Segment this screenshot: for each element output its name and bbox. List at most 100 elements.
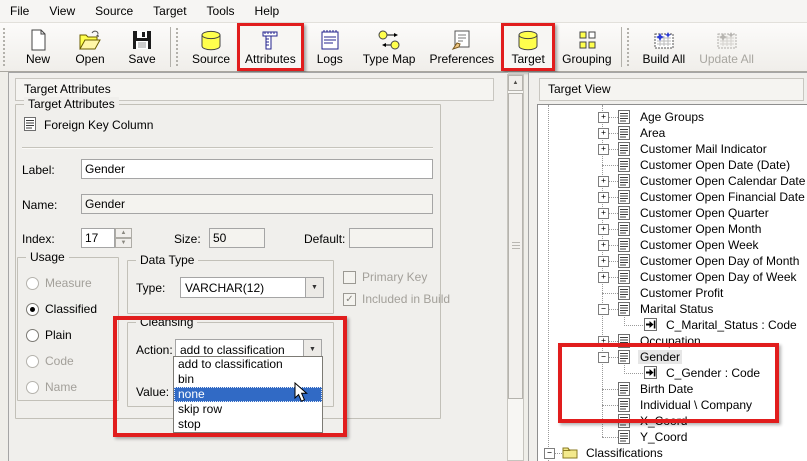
collapse-minus-icon[interactable]: − — [544, 448, 555, 459]
target-button[interactable]: Target — [501, 23, 555, 71]
spinner-up-icon[interactable]: ▲ — [115, 228, 132, 238]
tree-item-label[interactable]: Age Groups — [638, 110, 706, 124]
vertical-scrollbar[interactable]: ▲ — [507, 74, 524, 461]
tree-item-customer-open-day-of-month[interactable]: + Customer Open Day of Month — [538, 253, 807, 269]
tree-item-customer-open-date-date[interactable]: Customer Open Date (Date) — [538, 157, 807, 173]
type-map-button[interactable]: Type Map — [356, 25, 423, 69]
checkbox-label: Included in Build — [362, 292, 450, 306]
type-map-icon — [377, 29, 401, 51]
document-icon — [618, 126, 630, 143]
tree-item-label[interactable]: Gender — [638, 350, 682, 364]
menu-item-help[interactable]: Help — [245, 1, 290, 21]
tree-item-birth-date[interactable]: Birth Date — [538, 381, 807, 397]
grouping-button[interactable]: Grouping — [555, 25, 618, 69]
index-input[interactable] — [81, 228, 115, 248]
menu-item-view[interactable]: View — [39, 1, 85, 21]
collapse-minus-icon[interactable]: − — [598, 352, 609, 363]
tree-item-label[interactable]: Customer Mail Indicator — [638, 142, 769, 156]
logs-notepad-icon — [320, 29, 340, 51]
tree-item-customer-open-week[interactable]: + Customer Open Week — [538, 237, 807, 253]
tree-item-label[interactable]: Customer Open Week — [638, 238, 761, 252]
new-button[interactable]: New — [12, 25, 64, 69]
tree-item-label[interactable]: Customer Open Financial Date — [638, 190, 807, 204]
tree-item-occupation[interactable]: + Occupation — [538, 333, 807, 349]
tree-item-label[interactable]: Customer Open Day of Week — [638, 270, 799, 284]
tree-item-label[interactable]: Marital Status — [638, 302, 715, 316]
menu-item-source[interactable]: Source — [85, 1, 143, 21]
expand-plus-icon[interactable]: + — [598, 336, 609, 347]
chevron-down-icon[interactable]: ▼ — [305, 278, 323, 297]
tree-item-customer-open-financial-date[interactable]: + Customer Open Financial Date — [538, 189, 807, 205]
tree-item-label[interactable]: Customer Profit — [638, 286, 725, 300]
expand-plus-icon[interactable]: + — [598, 176, 609, 187]
tree-item-label[interactable]: Customer Open Day of Month — [638, 254, 801, 268]
menu-item-tools[interactable]: Tools — [197, 1, 245, 21]
scroll-up-icon[interactable]: ▲ — [508, 75, 523, 91]
radio-icon[interactable] — [26, 303, 39, 316]
tree-item-c-gender-code[interactable]: C_Gender : Code — [538, 365, 807, 381]
tree-item-customer-open-quarter[interactable]: + Customer Open Quarter — [538, 205, 807, 221]
tree-item-label[interactable]: Y_Coord — [638, 430, 689, 444]
tree-item-area[interactable]: + Area — [538, 125, 807, 141]
tree-item-label[interactable]: Customer Open Month — [638, 222, 763, 236]
tree-item-label[interactable]: Birth Date — [638, 382, 695, 396]
expand-plus-icon[interactable]: + — [598, 256, 609, 267]
attributes-button[interactable]: Attributes — [237, 23, 304, 71]
tree-item-customer-open-day-of-week[interactable]: + Customer Open Day of Week — [538, 269, 807, 285]
open-button[interactable]: Open — [64, 25, 116, 69]
tree-item-label[interactable]: X_Coord — [638, 414, 689, 428]
tree-item-customer-profit[interactable]: Customer Profit — [538, 285, 807, 301]
expand-plus-icon[interactable]: + — [598, 208, 609, 219]
save-button[interactable]: Save — [116, 25, 168, 69]
preferences-button[interactable]: Preferences — [422, 25, 501, 69]
radio-icon[interactable] — [26, 329, 39, 342]
expand-plus-icon[interactable]: + — [598, 240, 609, 251]
tree-item-marital-status[interactable]: − Marital Status — [538, 301, 807, 317]
tree-item-label[interactable]: Customer Open Date (Date) — [638, 158, 792, 172]
source-button[interactable]: Source — [185, 25, 237, 69]
expand-plus-icon[interactable]: + — [598, 112, 609, 123]
tree-item-gender[interactable]: − Gender — [538, 349, 807, 365]
menu-item-file[interactable]: File — [0, 1, 39, 21]
tree-item-label[interactable]: Customer Open Calendar Date — [638, 174, 807, 188]
tree-item-label[interactable]: Classifications — [584, 446, 665, 460]
build-all-button[interactable]: Build All — [636, 25, 693, 69]
spinner-down-icon[interactable]: ▼ — [115, 238, 132, 248]
tree-item-label[interactable]: Occupation — [638, 334, 703, 348]
tree-item-c-marital-status-code[interactable]: C_Marital_Status : Code — [538, 317, 807, 333]
tree-item-classifications[interactable]: − Classifications — [538, 445, 807, 461]
tree-item-label[interactable]: Area — [638, 126, 667, 140]
tree-item-label[interactable]: C_Marital_Status : Code — [664, 318, 799, 332]
dropdown-option-stop[interactable]: stop — [174, 417, 322, 432]
tree-item-label[interactable]: C_Gender : Code — [664, 366, 762, 380]
label-input[interactable] — [81, 159, 433, 179]
size-caption: Size: — [174, 232, 201, 246]
tree-item-age-groups[interactable]: + Age Groups — [538, 109, 807, 125]
type-combobox[interactable]: VARCHAR(12) ▼ — [180, 277, 324, 298]
expand-plus-icon[interactable]: + — [598, 144, 609, 155]
tree-item-customer-open-month[interactable]: + Customer Open Month — [538, 221, 807, 237]
scrollbar-thumb[interactable] — [508, 93, 523, 399]
code-arrow-icon — [644, 318, 657, 334]
tree-item-label[interactable]: Individual \ Company — [638, 398, 754, 412]
expand-plus-icon[interactable]: + — [598, 128, 609, 139]
tree-item-customer-mail-indicator[interactable]: + Customer Mail Indicator — [538, 141, 807, 157]
expand-plus-icon[interactable]: + — [598, 224, 609, 235]
usage-radio-classified[interactable]: Classified — [26, 302, 97, 316]
tree-item-x-coord[interactable]: X_Coord — [538, 413, 807, 429]
name-caption: Name: — [22, 198, 57, 212]
menu-item-target[interactable]: Target — [143, 1, 196, 21]
tree-item-customer-open-calendar-date[interactable]: + Customer Open Calendar Date — [538, 173, 807, 189]
index-spinner[interactable]: ▲ ▼ — [115, 228, 132, 248]
tree-item-y-coord[interactable]: Y_Coord — [538, 429, 807, 445]
tree-item-individual-company[interactable]: Individual \ Company — [538, 397, 807, 413]
dropdown-option-add-to-classification[interactable]: add to classification — [174, 357, 322, 372]
tree-item-label[interactable]: Customer Open Quarter — [638, 206, 771, 220]
usage-radio-plain[interactable]: Plain — [26, 328, 72, 342]
expand-plus-icon[interactable]: + — [598, 272, 609, 283]
collapse-minus-icon[interactable]: − — [598, 304, 609, 315]
radio-label: Measure — [45, 276, 92, 290]
logs-button[interactable]: Logs — [304, 25, 356, 69]
expand-plus-icon[interactable]: + — [598, 192, 609, 203]
build-all-icon — [653, 29, 675, 51]
